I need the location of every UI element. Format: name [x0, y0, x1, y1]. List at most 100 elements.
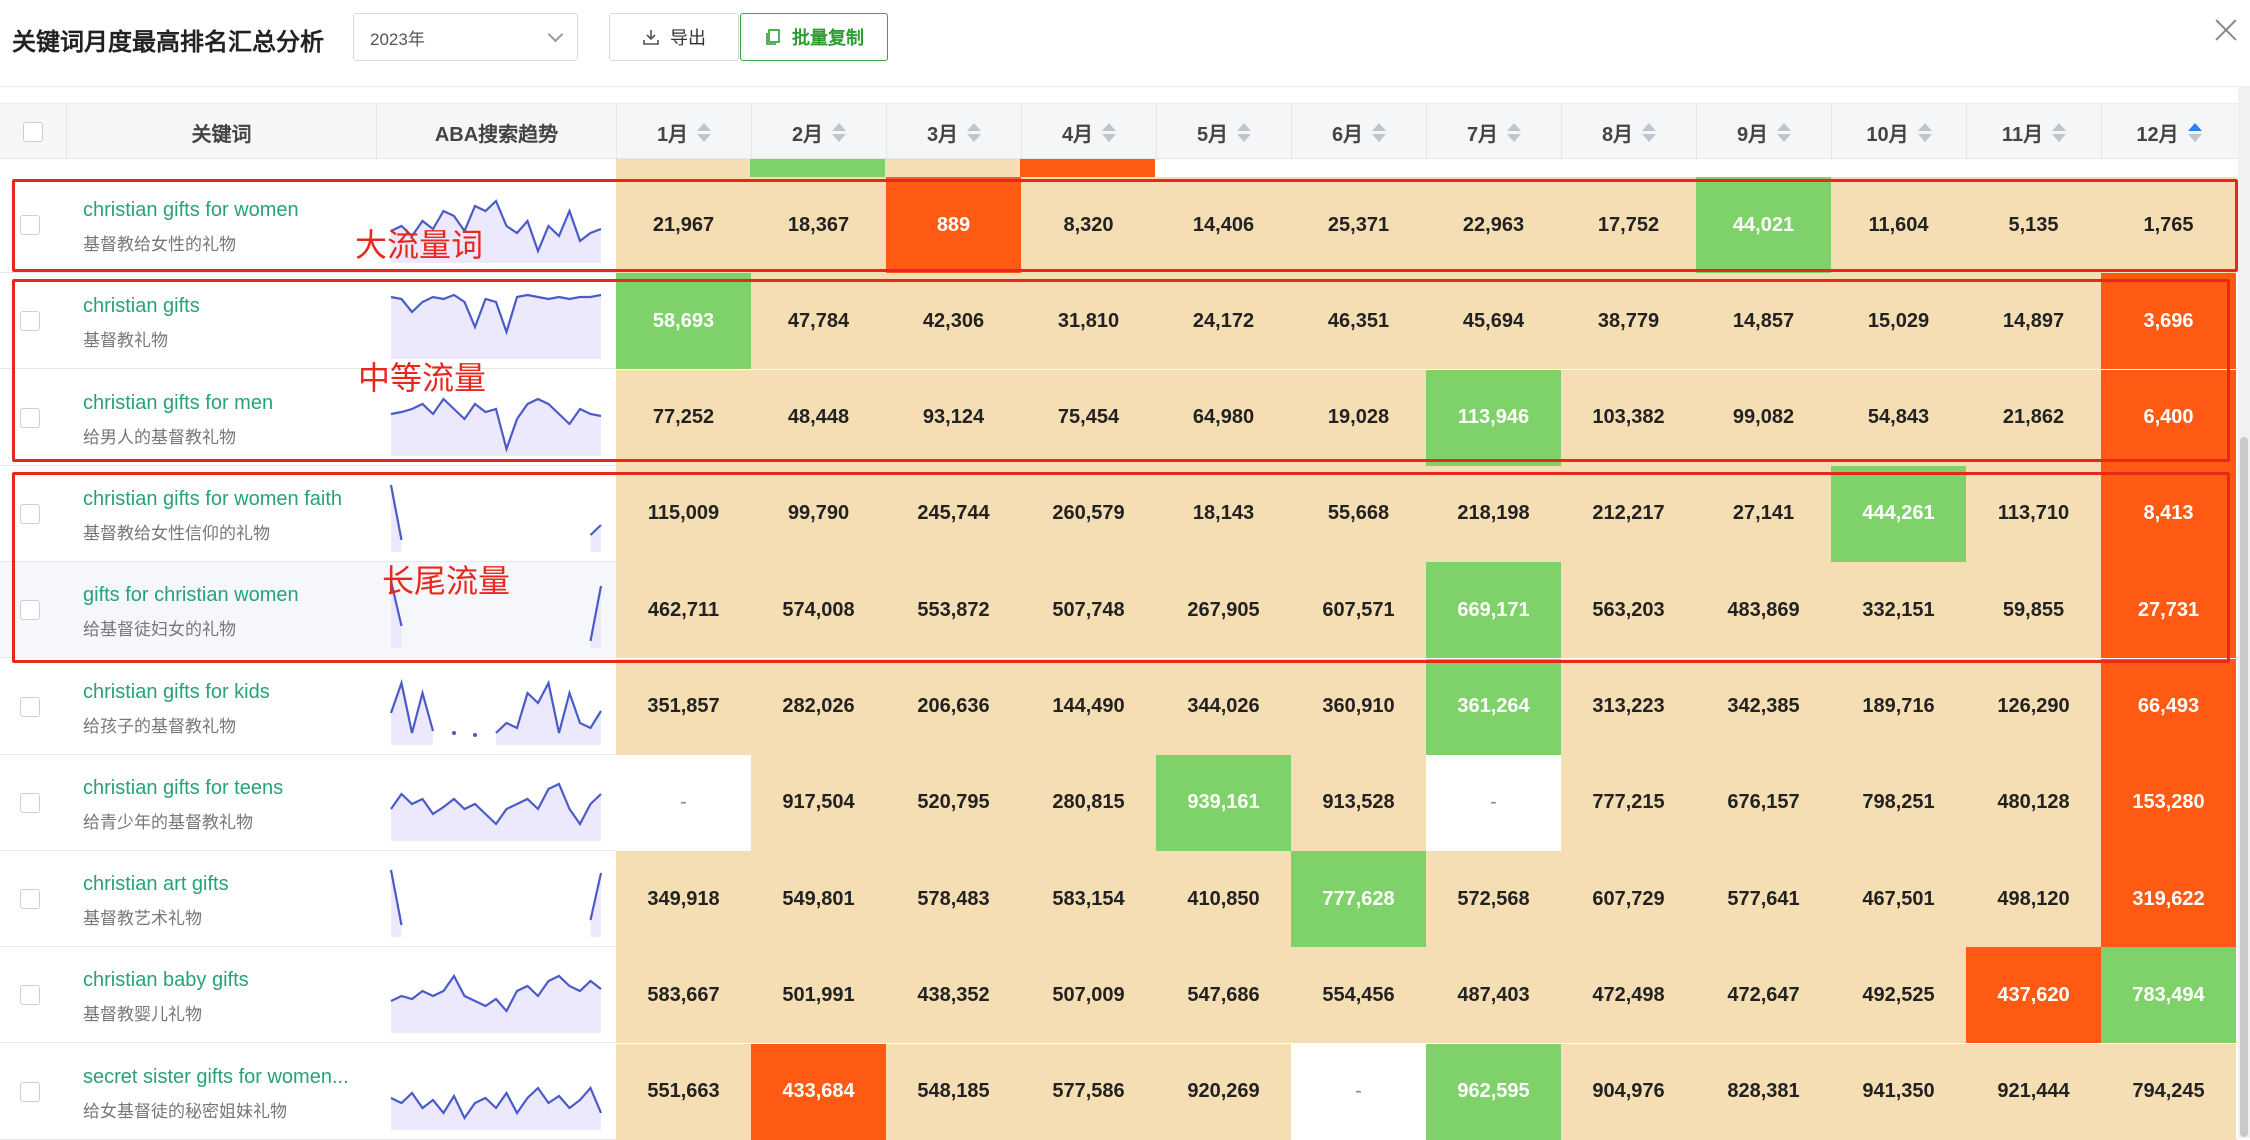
sort-icon[interactable]	[1507, 122, 1522, 142]
table-row[interactable]: christian gifts for teens 给青少年的基督教礼物 -917,…	[0, 754, 2238, 851]
table-row[interactable]: christian gifts for men 给男人的基督教礼物 77,252 48…	[0, 369, 2238, 466]
keyword-link[interactable]: christian gifts for women	[83, 199, 373, 222]
keyword-link[interactable]: christian baby gifts	[83, 969, 373, 992]
month-rank-cell: 920,269	[1156, 1043, 1291, 1140]
header-month-3[interactable]: 3月	[886, 104, 1021, 160]
table-row[interactable]: gifts for christian women 给基督徒妇女的礼物 462,71…	[0, 562, 2238, 659]
header-month-6[interactable]: 6月	[1291, 104, 1426, 160]
month-rank-cell: 939,161	[1156, 754, 1291, 851]
month-rank-cell: 103,382	[1561, 369, 1696, 466]
keyword-translation: 基督教给女性信仰的礼物	[83, 523, 270, 543]
header-month-1[interactable]: 1月	[616, 104, 751, 160]
month-label: 10月	[1866, 123, 1909, 146]
sort-icon[interactable]	[1372, 122, 1387, 142]
month-rank-cell: 794,245	[2101, 1043, 2236, 1140]
header-month-4[interactable]: 4月	[1021, 104, 1156, 160]
month-rank-cell: 777,628	[1291, 851, 1426, 948]
row-checkbox[interactable]	[20, 985, 40, 1006]
month-rank-cell: 42,306	[886, 273, 1021, 370]
header-trend: ABA搜索趋势	[376, 104, 616, 160]
month-rank-cell: 777,215	[1561, 754, 1696, 851]
row-checkbox[interactable]	[20, 1081, 40, 1102]
month-rank-cell: 66,493	[2101, 658, 2236, 755]
scrollbar-thumb[interactable]	[2240, 437, 2248, 1137]
sort-icon[interactable]	[1102, 122, 1117, 142]
month-rank-cell: 206,636	[886, 658, 1021, 755]
keyword-link[interactable]: christian gifts for kids	[83, 681, 373, 704]
month-rank-cell: 344,026	[1156, 658, 1291, 755]
keyword-link[interactable]: christian gifts	[83, 295, 373, 318]
month-rank-cell: 54,843	[1831, 369, 1966, 466]
header-month-12[interactable]: 12月	[2101, 104, 2236, 160]
keyword-translation: 基督教婴儿礼物	[83, 1005, 202, 1025]
row-checkbox[interactable]	[20, 311, 40, 332]
close-icon[interactable]	[2212, 16, 2240, 44]
row-checkbox[interactable]	[20, 696, 40, 717]
header-month-10[interactable]: 10月	[1831, 104, 1966, 160]
header-month-9[interactable]: 9月	[1696, 104, 1831, 160]
month-rank-cell: 115,009	[616, 465, 751, 562]
table-row[interactable]: christian gifts for women 基督教给女性的礼物 21,967…	[0, 177, 2238, 273]
month-rank-cell: 904,976	[1561, 1043, 1696, 1140]
month-rank-cell: 472,498	[1561, 947, 1696, 1044]
month-rank-cell: 501,991	[751, 947, 886, 1044]
row-checkbox[interactable]	[20, 889, 40, 910]
sort-icon[interactable]	[1917, 122, 1932, 142]
keyword-link[interactable]: secret sister gifts for women...	[83, 1066, 373, 1089]
export-button[interactable]: 导出	[609, 13, 739, 61]
month-rank-cell: 577,641	[1696, 851, 1831, 948]
header-month-5[interactable]: 5月	[1156, 104, 1291, 160]
month-rank-cell: 153,280	[2101, 754, 2236, 851]
month-rank-cell: 917,504	[751, 754, 886, 851]
keyword-translation: 给基督徒妇女的礼物	[83, 620, 236, 640]
keyword-link[interactable]: christian gifts for teens	[83, 777, 373, 800]
month-rank-cell: 93,124	[886, 369, 1021, 466]
batch-copy-button[interactable]: 批量复制	[740, 13, 888, 61]
month-rank-cell: 38,779	[1561, 273, 1696, 370]
select-all-checkbox[interactable]	[23, 122, 43, 142]
month-rank-cell: 676,157	[1696, 754, 1831, 851]
sort-icon[interactable]	[1642, 122, 1657, 142]
month-rank-cell: 8,320	[1021, 177, 1156, 273]
month-rank-cell: 913,528	[1291, 754, 1426, 851]
year-select[interactable]: 2023年	[353, 13, 578, 61]
keyword-link[interactable]: christian art gifts	[83, 873, 373, 896]
export-label: 导出	[670, 28, 706, 48]
table-row[interactable]: christian gifts for kids 给孩子的基督教礼物 351,857…	[0, 658, 2238, 755]
sort-icon[interactable]	[832, 122, 847, 142]
table-row[interactable]: christian art gifts 基督教艺术礼物 349,918 549,801…	[0, 851, 2238, 948]
row-checkbox[interactable]	[20, 407, 40, 428]
divider	[0, 86, 2250, 87]
row-checkbox[interactable]	[20, 600, 40, 621]
row-checkbox[interactable]	[20, 503, 40, 524]
month-rank-cell: 280,815	[1021, 754, 1156, 851]
vertical-scrollbar[interactable]	[2238, 87, 2250, 1138]
sort-icon[interactable]	[2187, 122, 2202, 142]
header-month-7[interactable]: 7月	[1426, 104, 1561, 160]
keyword-link[interactable]: christian gifts for men	[83, 392, 373, 415]
annotation-high-traffic: 大流量词	[355, 226, 484, 264]
month-label: 6月	[1331, 123, 1364, 146]
header-month-2[interactable]: 2月	[751, 104, 886, 160]
header-month-8[interactable]: 8月	[1561, 104, 1696, 160]
table-row[interactable]: christian baby gifts 基督教婴儿礼物 583,667 501,99…	[0, 947, 2238, 1044]
keyword-link[interactable]: gifts for christian women	[83, 584, 373, 607]
table-row[interactable]: christian gifts for women faith 基督教给女性信仰的…	[0, 465, 2238, 562]
row-checkbox[interactable]	[20, 215, 40, 235]
month-rank-cell: 472,647	[1696, 947, 1831, 1044]
keyword-translation: 给女基督徒的秘密姐妹礼物	[83, 1101, 287, 1121]
table-row[interactable]: christian gifts 基督教礼物 58,693 47,784 42,306 31…	[0, 273, 2238, 370]
sort-icon[interactable]	[697, 122, 712, 142]
sort-icon[interactable]	[1777, 122, 1792, 142]
month-rank-cell: 11,604	[1831, 177, 1966, 273]
month-rank-cell: 99,082	[1696, 369, 1831, 466]
sort-icon[interactable]	[2052, 122, 2067, 142]
row-checkbox[interactable]	[20, 792, 40, 813]
month-rank-cell: 553,872	[886, 562, 1021, 659]
header-month-11[interactable]: 11月	[1966, 104, 2101, 160]
sort-icon[interactable]	[1237, 122, 1252, 142]
month-rank-cell: 14,857	[1696, 273, 1831, 370]
keyword-link[interactable]: christian gifts for women faith	[83, 488, 373, 511]
table-row[interactable]: secret sister gifts for women... 给女基督徒的秘密…	[0, 1043, 2238, 1140]
sort-icon[interactable]	[967, 122, 982, 142]
